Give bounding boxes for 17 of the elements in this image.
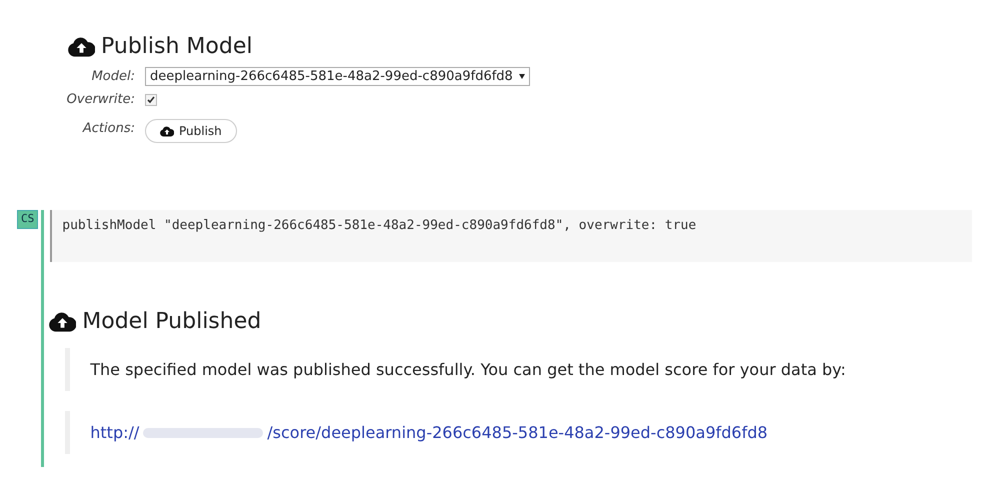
caret-icon <box>518 74 525 79</box>
cell-badge: CS <box>17 210 38 229</box>
cloud-upload-icon <box>160 126 174 136</box>
message-text: The specified model was published successfully. You can get the model score for your data by: <box>90 360 846 379</box>
cloud-upload-icon <box>49 312 76 332</box>
overwrite-checkbox[interactable] <box>145 94 157 106</box>
section-heading: Model Published <box>82 309 262 334</box>
cloud-upload-icon <box>68 36 95 56</box>
model-dropdown[interactable]: deeplearning-266c6485-581e-48a2-99ed-c890a9fd6fd8 <box>145 67 530 86</box>
field-label: Model: <box>90 69 135 84</box>
publish-button[interactable]: Publish <box>145 119 237 143</box>
field-label: Overwrite: <box>66 92 135 107</box>
code-input[interactable]: publishModel "deeplearning-266c6485-581e-48a2-99ed-c890a9fd6fd8", overwrite: true <box>50 210 972 262</box>
field-label: Actions: <box>81 120 135 136</box>
score-link[interactable]: /score/deeplearning-266c6485-581e-48a2-99ed-c890a9fd6fd8 <box>267 423 768 442</box>
score-link[interactable]: http:// <box>90 423 140 442</box>
section-heading: Publish Model <box>101 34 252 59</box>
